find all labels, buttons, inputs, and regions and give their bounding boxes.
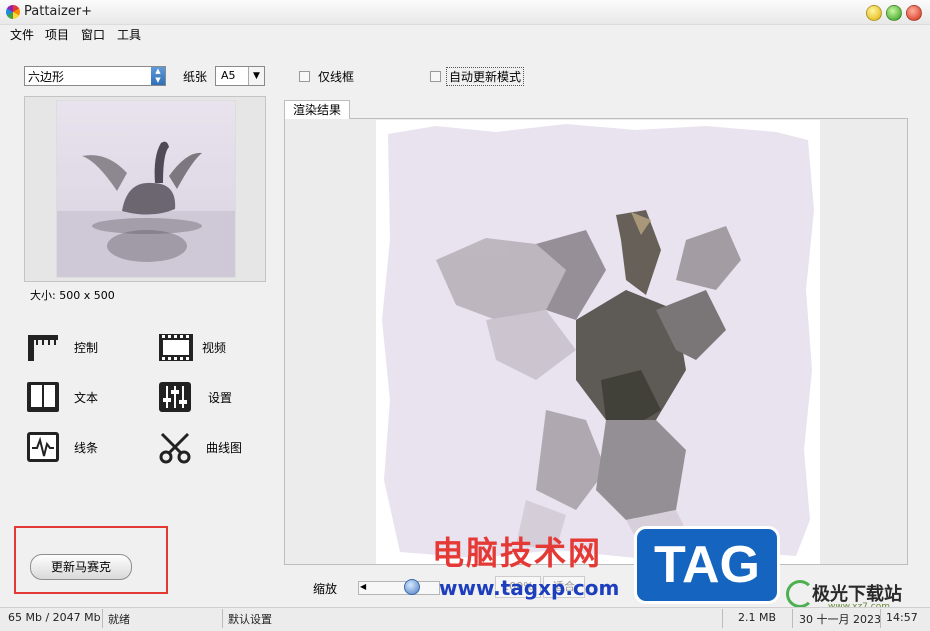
- wireframe-checkbox[interactable]: [299, 71, 310, 82]
- render-canvas: [376, 120, 820, 564]
- minimize-button[interactable]: [866, 5, 882, 21]
- tool-video-label[interactable]: 视频: [202, 339, 226, 356]
- zoom-slider-knob[interactable]: [404, 579, 420, 595]
- wireframe-label: 仅线框: [318, 70, 355, 84]
- paper-select[interactable]: A5 ▼: [215, 66, 265, 86]
- shape-select[interactable]: 六边形 ▲ ▼: [24, 66, 166, 86]
- status-memory: 65 Mb / 2047 Mb: [8, 611, 101, 624]
- watermark-tag-logo: TAG: [634, 526, 780, 604]
- mosaic-image: [376, 120, 820, 564]
- scissors-icon[interactable]: [158, 430, 192, 464]
- status-preset: 默认设置: [228, 613, 272, 626]
- book-icon[interactable]: [26, 380, 60, 412]
- tool-lines-label[interactable]: 线条: [74, 439, 98, 456]
- menu-window[interactable]: 窗口: [79, 26, 107, 43]
- zoom-label: 缩放: [313, 582, 338, 596]
- chevron-down-icon[interactable]: ▼: [248, 67, 264, 85]
- watermark-tag-text: TAG: [654, 536, 760, 594]
- status-divider: [792, 609, 793, 628]
- aurora-logo-icon: [786, 580, 814, 608]
- image-size-label: 大小: 500 x 500: [30, 289, 115, 302]
- status-state: 就绪: [108, 613, 130, 626]
- menu-tools[interactable]: 工具: [115, 26, 143, 43]
- shape-select-value: 六边形: [28, 70, 65, 84]
- tool-settings-label[interactable]: 设置: [208, 389, 232, 406]
- status-date: 30 十一月 2023: [799, 613, 881, 626]
- film-strip-icon[interactable]: [158, 331, 193, 363]
- status-file-size: 2.1 MB: [738, 611, 777, 624]
- auto-update-label: 自动更新模式: [446, 67, 525, 86]
- zoom-left-icon[interactable]: ◀: [360, 582, 366, 591]
- status-divider: [222, 609, 223, 628]
- close-button[interactable]: [906, 5, 922, 21]
- watermark-url: www.tagxp.com: [439, 576, 620, 600]
- status-time: 14:57: [886, 611, 918, 624]
- menu-file[interactable]: 文件: [8, 26, 36, 43]
- app-icon: [6, 5, 20, 19]
- zoom-slider[interactable]: [358, 581, 440, 595]
- status-divider: [102, 609, 103, 628]
- preview-image: [56, 100, 236, 278]
- tool-curves-label[interactable]: 曲线图: [206, 439, 242, 456]
- spinner-icon[interactable]: ▲ ▼: [151, 67, 165, 85]
- status-divider: [880, 609, 881, 628]
- menu-project[interactable]: 项目: [43, 26, 71, 43]
- paper-select-value: A5: [221, 69, 236, 82]
- window-title: Pattaizer+: [24, 4, 93, 19]
- status-bar: [0, 607, 930, 631]
- auto-update-checkbox[interactable]: [430, 71, 441, 82]
- sliders-icon[interactable]: [158, 380, 192, 412]
- paper-label: 纸张: [183, 70, 208, 84]
- tool-control-label[interactable]: 控制: [74, 339, 98, 356]
- swan-photo: [57, 101, 235, 277]
- status-divider: [722, 609, 723, 628]
- tool-text-label[interactable]: 文本: [74, 389, 98, 406]
- watermark-text: 电脑技术网: [432, 534, 603, 572]
- tab-render-result[interactable]: 渲染结果: [284, 100, 350, 119]
- maximize-button[interactable]: [886, 5, 902, 21]
- waveform-icon[interactable]: [26, 430, 60, 462]
- title-bar: [0, 0, 930, 25]
- update-mosaic-button[interactable]: 更新马赛克: [30, 554, 132, 580]
- ruler-clamp-icon[interactable]: [26, 331, 60, 363]
